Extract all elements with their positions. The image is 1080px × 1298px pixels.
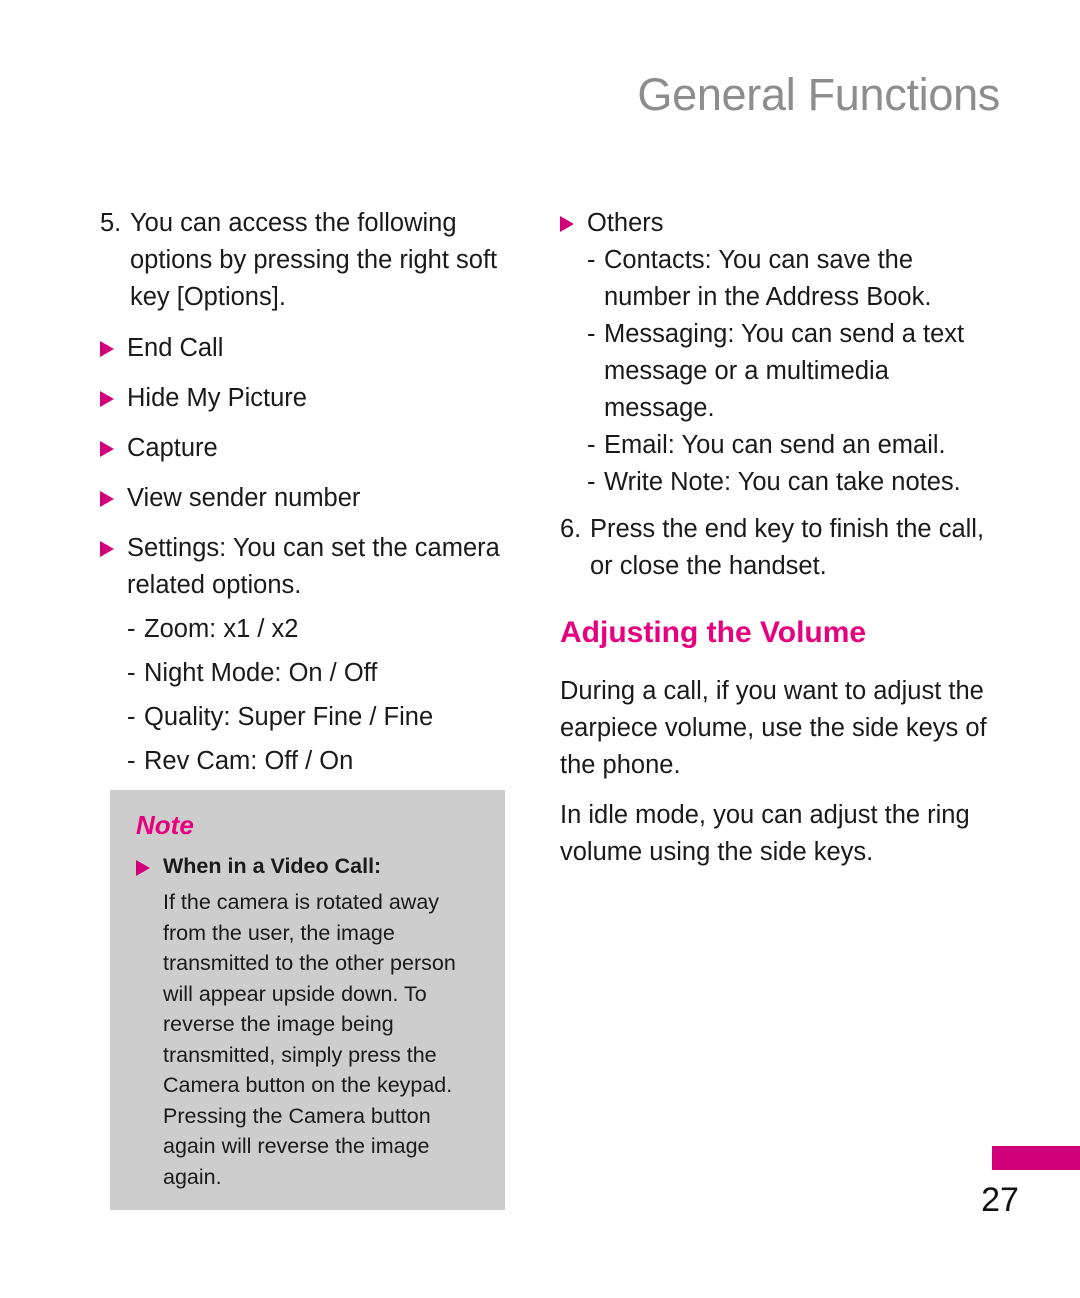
sub-item-label: Quality: Super Fine / Fine [144, 703, 434, 731]
triangle-bullet-icon [100, 430, 127, 457]
triangle-bullet-icon [100, 480, 127, 507]
dash-marker: - [127, 747, 136, 775]
triangle-bullet-icon [100, 330, 127, 357]
dash-marker: - [587, 468, 596, 496]
others-sub-list: - Contacts: You can save the number in t… [560, 242, 1000, 501]
list-item[interactable]: View sender number [100, 480, 520, 517]
list-item: - Zoom: x1 / x2 [127, 611, 520, 648]
left-column: 5. You can access the following options … [100, 205, 520, 780]
dash-marker: - [587, 320, 596, 348]
right-column: Others - Contacts: You can save the numb… [560, 205, 1000, 884]
note-subtitle: When in a Video Call: [163, 854, 382, 878]
dash-marker: - [587, 246, 596, 274]
sub-item-label: Night Mode: On / Off [144, 659, 378, 687]
option-label: Capture [127, 434, 218, 462]
note-subtitle-row: When in a Video Call: [136, 851, 481, 881]
step-5-text: You can access the following options by … [130, 209, 498, 311]
settings-sub-list: - Zoom: x1 / x2 - Night Mode: On / Off -… [100, 611, 520, 780]
page-title: General Functions [637, 69, 1000, 120]
triangle-bullet-icon [100, 530, 127, 557]
section-heading-adjusting-the-volume: Adjusting the Volume [560, 616, 867, 649]
paragraph: In idle mode, you can adjust the ring vo… [560, 801, 970, 866]
step-6-text: Press the end key to finish the call, or… [590, 515, 985, 580]
option-label: End Call [127, 334, 224, 362]
list-item[interactable]: End Call [100, 330, 520, 367]
dash-marker: - [587, 431, 596, 459]
others-label: Others [587, 209, 664, 237]
list-item: - Write Note: You can take notes. [587, 464, 1000, 501]
edge-tab-marker [992, 1146, 1080, 1170]
list-item: - Quality: Super Fine / Fine [127, 699, 520, 736]
list-item: - Messaging: You can send a text message… [587, 316, 1000, 427]
step-6-number: 6. [560, 515, 582, 543]
triangle-bullet-icon [100, 380, 127, 407]
list-item[interactable]: Others [560, 205, 1000, 242]
dash-marker: - [127, 615, 136, 643]
dash-marker: - [127, 703, 136, 731]
note-body-text: If the camera is rotated away from the u… [163, 890, 456, 1189]
page-number: 27 [981, 1181, 1019, 1219]
options-list: End Call Hide My Picture Capture View se… [100, 330, 520, 780]
note-title: Note [136, 810, 194, 840]
list-item: - Contacts: You can save the number in t… [587, 242, 1000, 316]
sub-item-label: Contacts: You can save the number in the… [604, 246, 932, 311]
sub-item-label: Rev Cam: Off / On [144, 747, 354, 775]
list-item[interactable]: Settings: You can set the camera related… [100, 530, 520, 604]
option-label: Hide My Picture [127, 384, 307, 412]
list-item: - Rev Cam: Off / On [127, 743, 520, 780]
note-box: Note When in a Video Call: If the camera… [110, 790, 505, 1210]
triangle-bullet-icon [560, 205, 587, 232]
sub-item-label: Write Note: You can take notes. [604, 468, 961, 496]
step-6: 6. Press the end key to finish the call,… [560, 511, 1000, 585]
option-label: Settings: You can set the camera related… [127, 534, 500, 599]
sub-item-label: Zoom: x1 / x2 [144, 615, 299, 643]
paragraph: During a call, if you want to adjust the… [560, 677, 987, 779]
step-5-number: 5. [100, 209, 122, 237]
step-5: 5. You can access the following options … [100, 205, 520, 316]
list-item[interactable]: Capture [100, 430, 520, 467]
list-item[interactable]: Hide My Picture [100, 380, 520, 417]
list-item: - Night Mode: On / Off [127, 655, 520, 692]
triangle-bullet-icon [136, 851, 163, 876]
sub-item-label: Email: You can send an email. [604, 431, 946, 459]
list-item: - Email: You can send an email. [587, 427, 1000, 464]
sub-item-label: Messaging: You can send a text message o… [604, 320, 965, 422]
option-label: View sender number [127, 484, 361, 512]
dash-marker: - [127, 659, 136, 687]
